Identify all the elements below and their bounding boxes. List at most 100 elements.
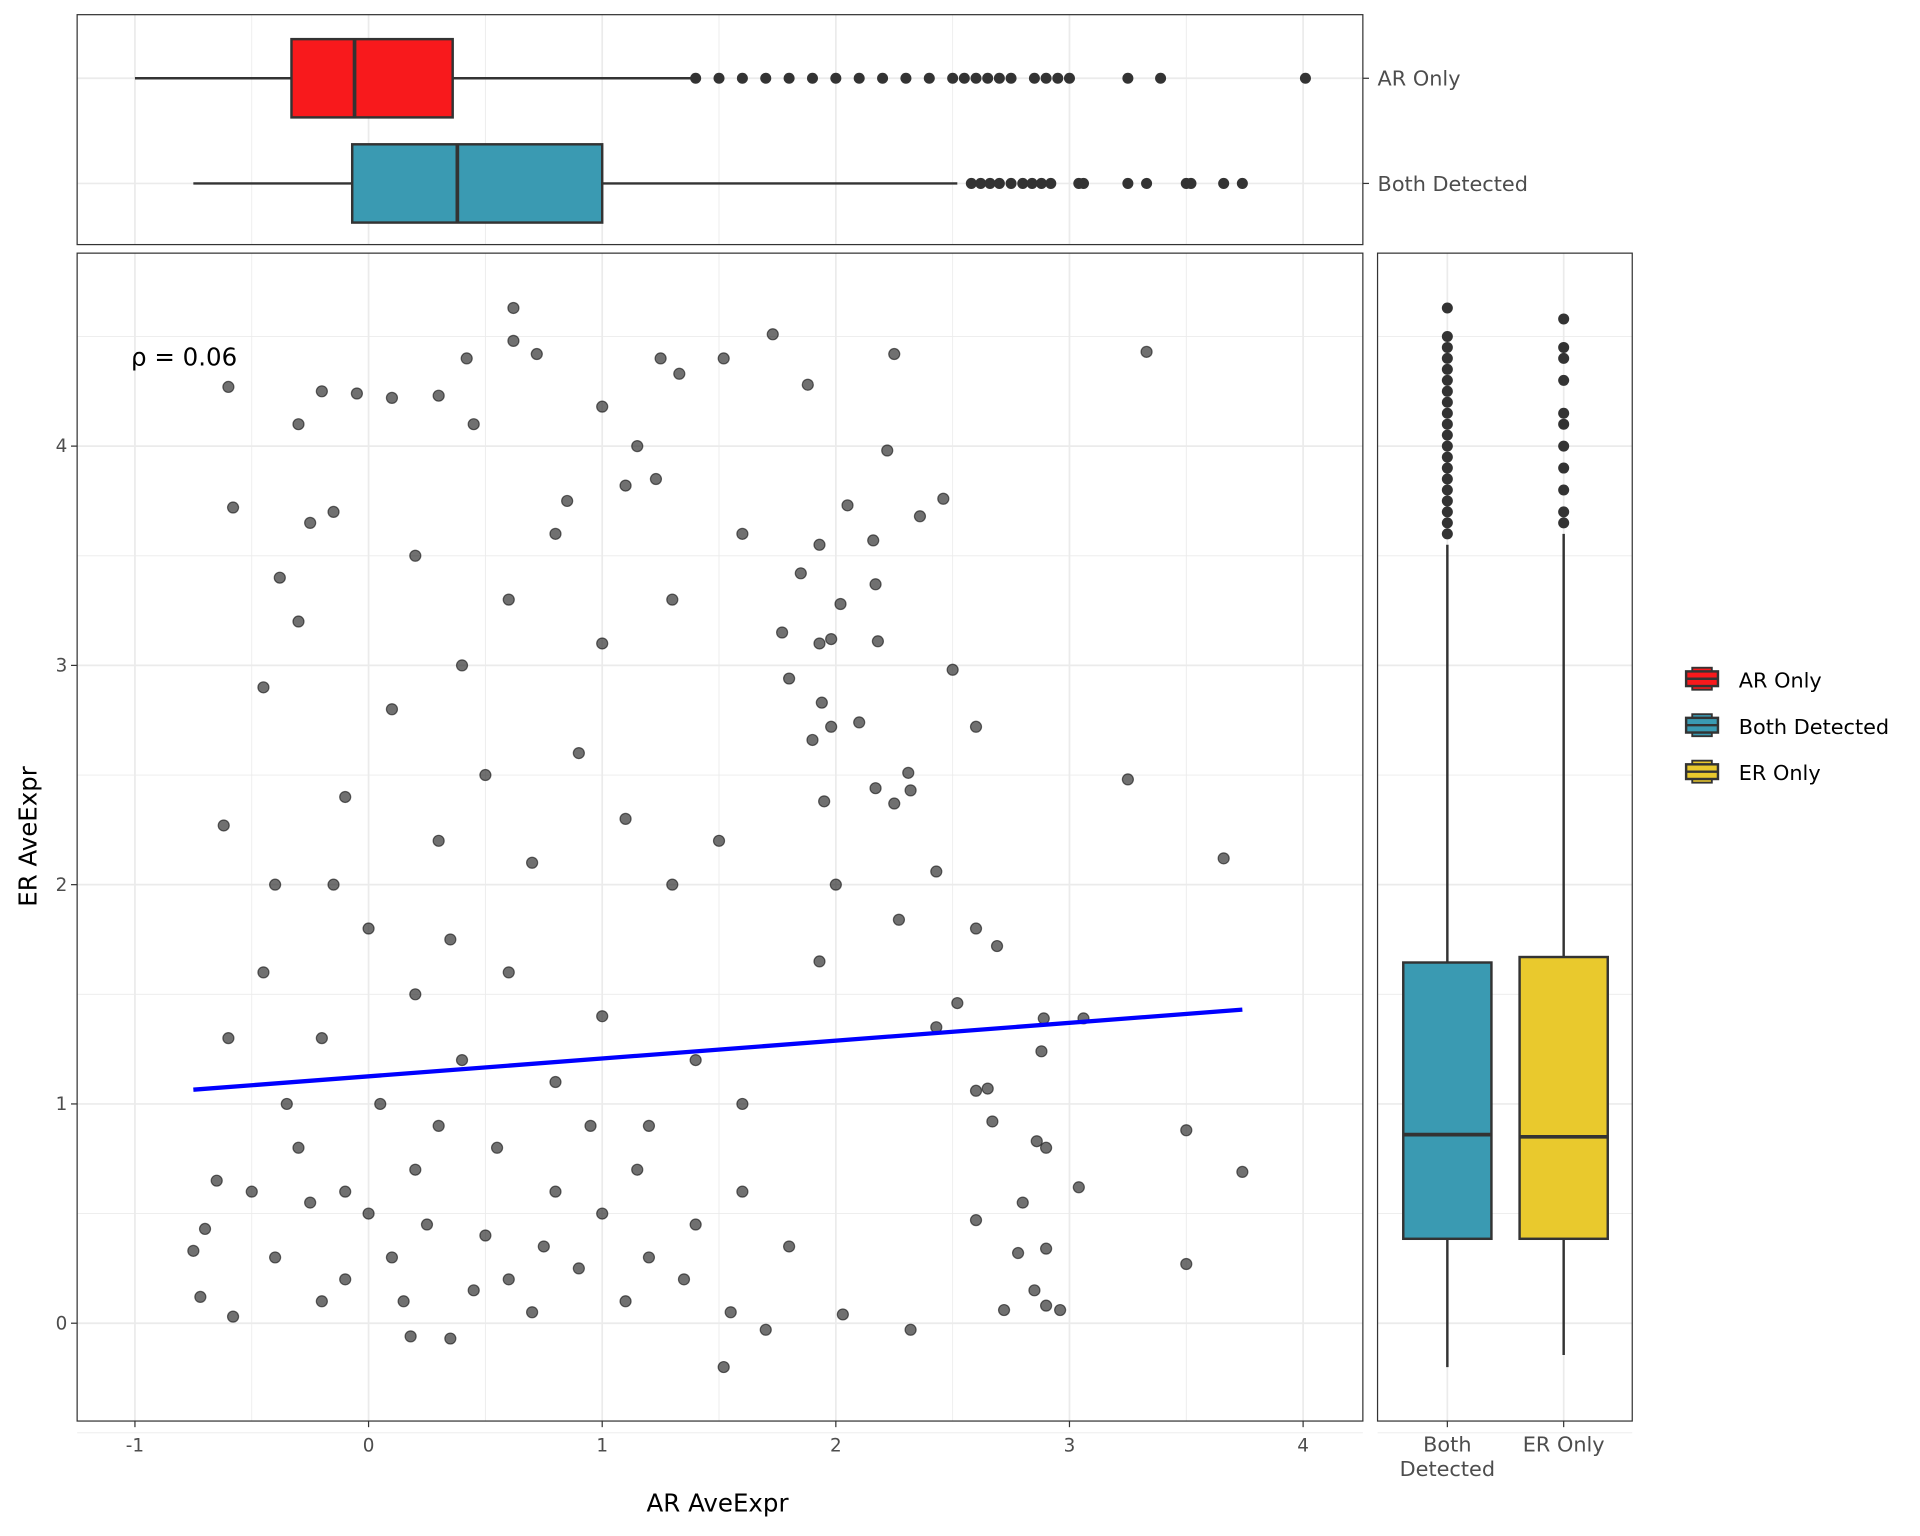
panel-bg (77, 14, 1363, 245)
outlier-point (1077, 177, 1089, 189)
legend-label: AR Only (1739, 668, 1822, 692)
scatter-point (619, 479, 632, 492)
scatter-point (717, 352, 730, 365)
x-axis-title: AR AveExpr (647, 1489, 790, 1518)
scatter-point (455, 659, 469, 672)
scatter-point (766, 328, 779, 341)
outlier-point (1441, 418, 1453, 430)
scatter-point (969, 1084, 983, 1097)
outlier-point (1441, 352, 1453, 364)
outlier-point (993, 177, 1005, 189)
scatter-point (689, 1218, 702, 1231)
scatter-point (813, 955, 826, 968)
scatter-point (222, 1032, 235, 1045)
outlier-point (1558, 462, 1570, 474)
scatter-point (946, 663, 959, 676)
scatter-point (1121, 773, 1134, 786)
scatter-point (794, 567, 807, 580)
scatter-point (1072, 1181, 1085, 1194)
outlier-point (1185, 177, 1197, 189)
outlier-point (958, 72, 970, 84)
outlier-point (1045, 177, 1057, 189)
box (1518, 955, 1609, 1241)
scatter-point (642, 1251, 656, 1264)
category-label: Both Detected (1378, 172, 1528, 196)
outlier-point (1558, 484, 1570, 496)
outlier-point (760, 72, 772, 84)
scatter-point (385, 703, 399, 716)
scatter-point (736, 1097, 749, 1111)
y-tick-label: 4 (56, 436, 68, 457)
scatter-point (913, 510, 927, 523)
scatter-point (736, 1185, 749, 1198)
scatter-point (549, 527, 562, 540)
outlier-point (690, 72, 702, 84)
scatter-point (1037, 1012, 1050, 1025)
y-tick-label: 1 (56, 1094, 68, 1115)
box (290, 37, 454, 119)
scatter-point (969, 1214, 983, 1227)
scatter-point (717, 1360, 730, 1374)
scatter-point (217, 819, 230, 832)
scatter-point (226, 1310, 240, 1323)
scatter-point (268, 1251, 282, 1264)
scatter-point (432, 834, 445, 847)
scatter-point (1180, 1124, 1193, 1137)
scatter-point (631, 1163, 644, 1176)
scatter-point (507, 334, 520, 347)
outlier-point (1005, 72, 1017, 84)
x-tick-label: 4 (1297, 1436, 1309, 1457)
scatter-point (951, 996, 964, 1010)
outlier-point (1441, 495, 1453, 507)
scatter-point (596, 1010, 609, 1023)
scatter-point (537, 1240, 550, 1253)
outlier-point (877, 72, 889, 84)
scatter-point (350, 387, 364, 400)
scatter-point (888, 797, 901, 810)
y-axis-title: ER AveExpr (14, 765, 43, 906)
outlier-point (947, 72, 959, 84)
scatter-point (549, 1075, 562, 1089)
scatter-point (385, 1251, 399, 1264)
scatter-point (467, 1284, 480, 1297)
scatter-point (724, 1306, 737, 1319)
scatter-point (479, 1229, 492, 1242)
y-tick-label: 0 (56, 1313, 68, 1334)
legend-label: ER Only (1739, 761, 1821, 785)
scatter-point (631, 440, 644, 453)
outlier-point (1441, 396, 1453, 408)
outlier-point (1441, 385, 1453, 397)
scatter-point (339, 1185, 352, 1198)
outlier-point (900, 72, 912, 84)
scatter-point (409, 549, 422, 562)
outlier-point (1236, 177, 1248, 189)
scatter-point (825, 720, 838, 733)
scatter-point (712, 834, 726, 847)
scatter-point (1039, 1242, 1053, 1255)
scatter-point (902, 766, 915, 779)
scatter-point (525, 1306, 539, 1319)
scatter-point (990, 939, 1004, 953)
scatter-point (226, 501, 240, 514)
outlier-point (1441, 341, 1453, 353)
scatter-point (245, 1185, 258, 1198)
scatter-point (775, 626, 789, 639)
outlier-point (1441, 451, 1453, 463)
scatter-point (904, 1323, 917, 1336)
scatter-point (1039, 1299, 1053, 1312)
outlier-point (1558, 440, 1570, 452)
outlier-point (1441, 473, 1453, 485)
scatter-point (292, 1141, 305, 1154)
scatter-point (829, 878, 842, 891)
outlier-point (1299, 72, 1311, 84)
scatter-point (596, 1207, 609, 1220)
x-tick-label: 3 (1064, 1436, 1076, 1457)
scatter-point (1016, 1196, 1029, 1209)
scatter-point (572, 746, 585, 760)
outlier-point (1441, 330, 1453, 342)
y-tick-label: 3 (56, 656, 68, 677)
scatter-point (1028, 1284, 1041, 1297)
outlier-point (1441, 517, 1453, 529)
outlier-point (970, 72, 982, 84)
outlier-point (1028, 72, 1040, 84)
